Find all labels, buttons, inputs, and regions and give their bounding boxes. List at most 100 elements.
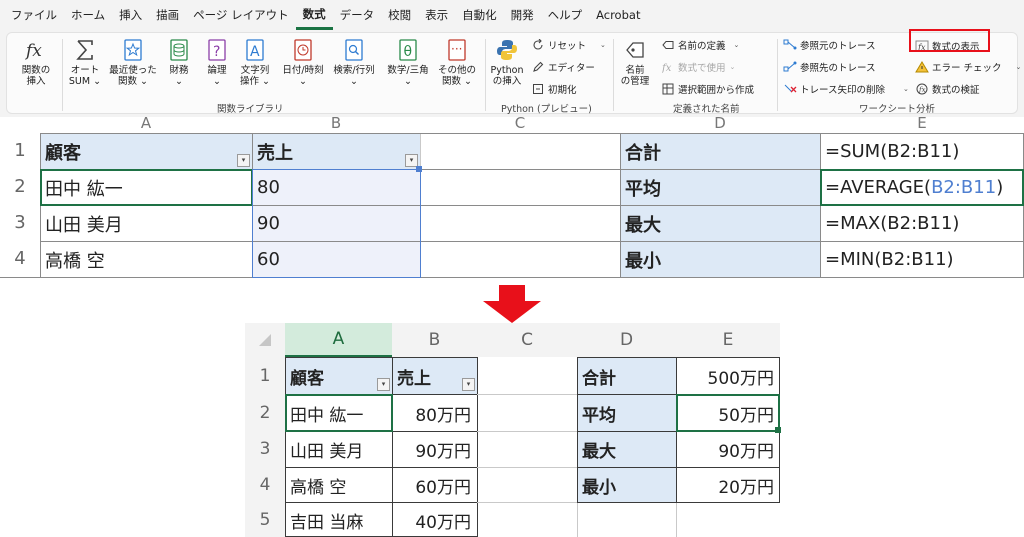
- question-book-icon: ?: [205, 37, 229, 63]
- row-header-4[interactable]: 4: [245, 467, 285, 502]
- column-header-a[interactable]: A: [285, 323, 392, 357]
- logical-button[interactable]: ? 論理 ⌄: [199, 37, 235, 87]
- cell-e4-min-value[interactable]: 20万円: [677, 468, 780, 502]
- python-editor-button[interactable]: エディター: [531, 59, 595, 75]
- cell-a5[interactable]: 吉田 当麻: [286, 503, 392, 537]
- define-name-button[interactable]: 名前の定義 ⌄: [661, 37, 739, 53]
- cell-d2-average-label[interactable]: 平均: [578, 395, 676, 431]
- chevron-down-icon: ⌄: [733, 41, 740, 49]
- create-from-selection-button[interactable]: 選択範囲から作成: [661, 81, 754, 97]
- tab-data[interactable]: データ: [333, 0, 382, 30]
- column-header-c[interactable]: C: [477, 323, 577, 357]
- tab-file[interactable]: ファイル: [4, 0, 64, 30]
- tab-help[interactable]: ヘルプ: [541, 0, 590, 30]
- remove-arrows-button[interactable]: トレース矢印の削除 ⌄: [783, 81, 909, 97]
- insert-python-label: Python の挿入: [490, 65, 524, 87]
- filter-dropdown-icon[interactable]: ▾: [377, 378, 390, 391]
- more-functions-button[interactable]: ··· その他の 関数 ⌄: [435, 37, 479, 87]
- tab-automate[interactable]: 自動化: [455, 0, 504, 30]
- cell-d4-min-label[interactable]: 最小: [578, 468, 676, 502]
- fx-small-icon: fx: [661, 60, 675, 74]
- cell-a1-customer-header[interactable]: 顧客: [41, 134, 252, 169]
- row-header-3[interactable]: 3: [245, 431, 285, 467]
- cell-b5[interactable]: 40万円: [393, 503, 477, 537]
- reset-icon: [531, 38, 545, 52]
- cell-b4[interactable]: 60万円: [393, 468, 477, 502]
- column-header-e[interactable]: E: [820, 117, 1024, 133]
- tab-view[interactable]: 表示: [418, 0, 455, 30]
- cell-d3-max-label[interactable]: 最大: [621, 206, 820, 241]
- error-checking-button[interactable]: エラー チェック ⌄: [915, 59, 1021, 75]
- filter-dropdown-icon[interactable]: ▾: [237, 154, 250, 167]
- math-trig-button[interactable]: θ 数学/三角 ⌄: [383, 37, 433, 87]
- cell-d2-average-label[interactable]: 平均: [621, 170, 820, 205]
- cell-e3-max-value[interactable]: 90万円: [677, 432, 780, 467]
- evaluate-formula-label: 数式の検証: [932, 85, 980, 96]
- autosum-button[interactable]: オート SUM ⌄: [65, 37, 105, 87]
- row-header-1[interactable]: 1: [0, 133, 40, 169]
- cell-e1-sum-formula[interactable]: =SUM(B2:B11): [821, 134, 1024, 169]
- cell-e1-total-value[interactable]: 500万円: [677, 358, 780, 394]
- column-header-b[interactable]: B: [252, 117, 420, 133]
- name-manager-button[interactable]: 名前 の管理: [615, 37, 655, 87]
- tab-page-layout[interactable]: ページ レイアウト: [186, 0, 295, 30]
- column-header-c[interactable]: C: [420, 117, 620, 133]
- cell-d3-max-label[interactable]: 最大: [578, 432, 676, 467]
- tab-developer[interactable]: 開発: [504, 0, 541, 30]
- python-initialize-button[interactable]: 初期化: [531, 81, 577, 97]
- tab-review[interactable]: 校閲: [381, 0, 418, 30]
- insert-function-button[interactable]: fx 関数の 挿入: [17, 37, 55, 87]
- cell-b3[interactable]: 90万円: [393, 432, 477, 467]
- python-reset-button[interactable]: リセット ⌄: [531, 37, 606, 53]
- tab-acrobat[interactable]: Acrobat: [589, 0, 647, 30]
- range-handle[interactable]: [416, 166, 422, 172]
- cell-a4[interactable]: 高橋 空: [286, 468, 392, 502]
- recent-functions-button[interactable]: 最近使った 関数 ⌄: [107, 37, 159, 87]
- financial-button[interactable]: 財務 ⌄: [161, 37, 197, 87]
- cell-d1-total-label[interactable]: 合計: [621, 134, 820, 169]
- trace-dependents-button[interactable]: 参照先のトレース: [783, 59, 876, 75]
- tab-formulas[interactable]: 数式: [295, 0, 333, 30]
- text-functions-button[interactable]: A 文字列 操作 ⌄: [235, 37, 275, 87]
- cell-a3[interactable]: 山田 美月: [41, 206, 252, 241]
- cell-a4[interactable]: 高橋 空: [41, 242, 252, 277]
- cell-b2[interactable]: 80万円: [393, 395, 477, 431]
- row-header-1[interactable]: 1: [245, 357, 285, 394]
- column-header-d[interactable]: D: [577, 323, 676, 357]
- gridline: [477, 502, 577, 503]
- column-header-d[interactable]: D: [620, 117, 820, 133]
- row-header-2[interactable]: 2: [0, 169, 40, 205]
- insert-python-button[interactable]: Python の挿入: [487, 37, 527, 87]
- column-header-e[interactable]: E: [676, 323, 780, 357]
- gridline: [477, 394, 577, 395]
- datetime-button[interactable]: 日付/時刻 ⌄: [279, 37, 327, 87]
- fill-handle[interactable]: [775, 427, 781, 433]
- cell-d4-min-label[interactable]: 最小: [621, 242, 820, 277]
- cell-d1-total-label[interactable]: 合計: [578, 358, 676, 394]
- tab-insert[interactable]: 挿入: [112, 0, 149, 30]
- row-header-4[interactable]: 4: [0, 241, 40, 277]
- trace-dependents-label: 参照先のトレース: [800, 63, 876, 74]
- chevron-down-icon: ⌄: [903, 85, 909, 93]
- select-all-corner[interactable]: [245, 323, 285, 357]
- remove-arrows-label: トレース矢印の削除: [800, 85, 886, 96]
- evaluate-formula-button[interactable]: fx 数式の検証: [915, 81, 980, 97]
- selected-average-cell-outline: [676, 394, 780, 432]
- filter-dropdown-icon[interactable]: ▾: [462, 378, 475, 391]
- tab-home[interactable]: ホーム: [64, 0, 112, 30]
- lookup-button[interactable]: 検索/行列 ⌄: [329, 37, 379, 87]
- column-header-b[interactable]: B: [392, 323, 477, 357]
- use-in-formula-button[interactable]: fx 数式で使用 ⌄: [661, 59, 735, 75]
- tab-draw[interactable]: 描画: [149, 0, 186, 30]
- cell-b1-sales-header[interactable]: 売上: [253, 134, 420, 169]
- column-header-a[interactable]: A: [40, 117, 252, 133]
- ribbon-tab-bar: ファイル ホーム 挿入 描画 ページ レイアウト 数式 データ 校閲 表示 自動…: [0, 0, 1024, 30]
- cell-a3[interactable]: 山田 美月: [286, 432, 392, 467]
- gridline: [40, 133, 1024, 134]
- row-header-5[interactable]: 5: [245, 502, 285, 537]
- trace-precedents-button[interactable]: 参照元のトレース: [783, 37, 876, 53]
- row-header-3[interactable]: 3: [0, 205, 40, 241]
- cell-e4-min-formula[interactable]: =MIN(B2:B11): [821, 242, 1024, 277]
- cell-e3-max-formula[interactable]: =MAX(B2:B11): [821, 206, 1024, 241]
- row-header-2[interactable]: 2: [245, 394, 285, 431]
